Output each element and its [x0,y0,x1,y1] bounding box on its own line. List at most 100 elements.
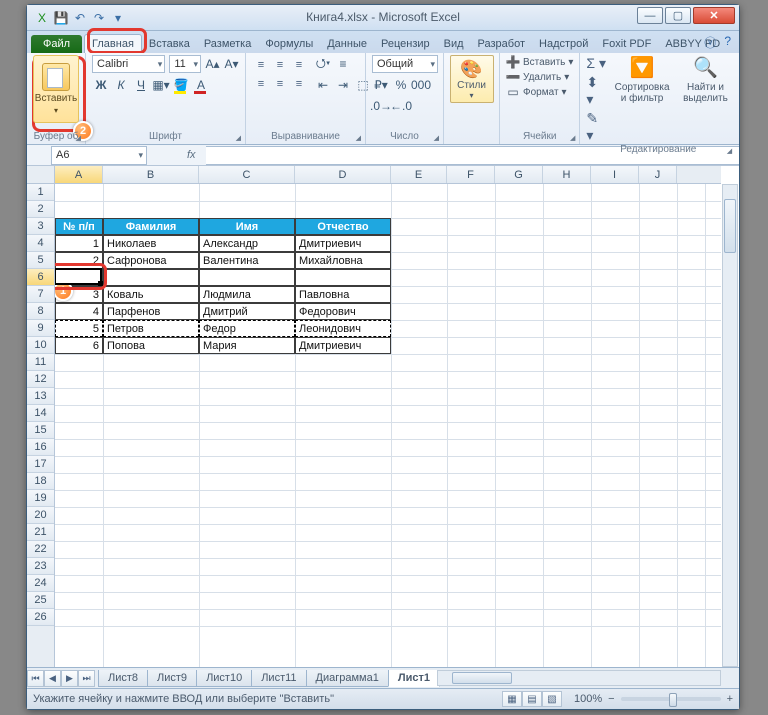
fx-icon[interactable]: fx [187,149,196,161]
fill-color-button[interactable]: 🪣 [172,76,190,94]
border-button[interactable]: ▦▾ [152,76,170,94]
row-header-15[interactable]: 15 [27,422,54,439]
cell[interactable]: Петров [103,320,199,337]
cell[interactable]: Михайловна [295,252,391,269]
row-header-5[interactable]: 5 [27,252,54,269]
shrink-font-icon[interactable]: A▾ [224,55,239,73]
comma-button[interactable]: 000 [412,76,430,94]
column-header-B[interactable]: B [103,166,199,183]
cell[interactable]: Попова [103,337,199,354]
align-bottom-center[interactable]: ≡ [271,75,289,93]
row-header-23[interactable]: 23 [27,558,54,575]
row-header-4[interactable]: 4 [27,235,54,252]
cells-format-button[interactable]: ▭Формат ▾ [506,85,573,99]
autosum-button[interactable]: Σ ▾ [586,55,607,72]
column-header-F[interactable]: F [447,166,495,183]
row-header-26[interactable]: 26 [27,609,54,626]
tab-nav-next[interactable]: ▶ [61,670,78,687]
wrap-text-button[interactable]: ≡ [334,55,352,73]
sheet-tab[interactable]: Лист11 [251,670,306,687]
help-icon[interactable]: ? [724,34,731,51]
align-bottom-left[interactable]: ≡ [252,75,270,93]
tab-addins[interactable]: Надстрой [532,35,595,53]
minimize-ribbon-icon[interactable]: ⓥ [704,34,716,51]
tab-foxit[interactable]: Foxit PDF [595,35,658,53]
tab-insert[interactable]: Вставка [142,35,197,53]
cell[interactable]: Имя [199,218,295,235]
underline-button[interactable]: Ч [132,76,150,94]
cells-delete-button[interactable]: ➖Удалить ▾ [506,70,573,84]
row-header-7[interactable]: 7 [27,286,54,303]
row-header-22[interactable]: 22 [27,541,54,558]
tab-nav-first[interactable]: ⏮ [27,670,44,687]
currency-button[interactable]: ₽▾ [372,76,390,94]
select-all-corner[interactable] [27,166,55,184]
find-select-button[interactable]: 🔍 Найти и выделить [677,55,734,104]
column-header-D[interactable]: D [295,166,391,183]
save-button[interactable]: 💾 [52,9,70,27]
row-header-24[interactable]: 24 [27,575,54,592]
row-header-2[interactable]: 2 [27,201,54,218]
sheet-tab[interactable]: Лист8 [98,670,148,687]
sort-filter-button[interactable]: 🔽 Сортировка и фильтр [613,55,670,104]
row-header-3[interactable]: 3 [27,218,54,235]
cell[interactable]: Отчество [295,218,391,235]
sheet-tab[interactable]: Лист1 [388,670,440,687]
cell[interactable]: Валентина [199,252,295,269]
fill-button[interactable]: ⬍ ▾ [586,74,607,108]
column-header-H[interactable]: H [543,166,591,183]
row-header-16[interactable]: 16 [27,439,54,456]
cell[interactable]: 6 [55,337,103,354]
cell[interactable]: № п/п [55,218,103,235]
orientation-button[interactable]: ⭯▾ [314,55,332,73]
font-size-combo[interactable]: 11 [169,55,201,73]
tab-review[interactable]: Рецензир [374,35,437,53]
horizontal-scrollbar[interactable] [437,670,721,686]
column-header-C[interactable]: C [199,166,295,183]
cell[interactable]: 5 [55,320,103,337]
column-header-A[interactable]: A [55,166,103,183]
zoom-slider[interactable] [621,697,721,701]
align-top-center[interactable]: ≡ [271,56,289,74]
row-header-9[interactable]: 9 [27,320,54,337]
cell[interactable]: Мария [199,337,295,354]
tab-nav-last[interactable]: ⏭ [78,670,95,687]
row-header-25[interactable]: 25 [27,592,54,609]
cell[interactable] [199,269,295,286]
column-header-G[interactable]: G [495,166,543,183]
row-header-12[interactable]: 12 [27,371,54,388]
tab-file[interactable]: Файл [31,35,82,53]
cell[interactable]: Федорович [295,303,391,320]
percent-button[interactable]: % [392,76,410,94]
row-header-21[interactable]: 21 [27,524,54,541]
qat-more-icon[interactable]: ▾ [109,9,127,27]
increase-indent-button[interactable]: ⇥ [334,76,352,94]
number-format-combo[interactable]: Общий [372,55,438,73]
zoom-out-button[interactable]: − [608,693,614,705]
cell[interactable]: Парфенов [103,303,199,320]
cell[interactable]: 1 [55,235,103,252]
cell[interactable]: Дмитрий [199,303,295,320]
close-button[interactable]: ✕ [693,7,735,24]
decrease-decimal-button[interactable]: ←.0 [392,97,410,115]
cells-insert-button[interactable]: ➕Вставить ▾ [506,55,573,69]
row-header-6[interactable]: 6 [27,269,54,286]
tab-formulas[interactable]: Формулы [258,35,320,53]
row-header-13[interactable]: 13 [27,388,54,405]
row-header-10[interactable]: 10 [27,337,54,354]
cell[interactable]: Коваль [103,286,199,303]
tab-nav-prev[interactable]: ◀ [44,670,61,687]
vscroll-thumb[interactable] [724,199,736,253]
decrease-indent-button[interactable]: ⇤ [314,76,332,94]
column-header-I[interactable]: I [591,166,639,183]
cell[interactable]: Николаев [103,235,199,252]
undo-button[interactable]: ↶ [71,9,89,27]
row-header-19[interactable]: 19 [27,490,54,507]
column-header-E[interactable]: E [391,166,447,183]
cell[interactable] [295,269,391,286]
vertical-scrollbar[interactable] [722,184,738,667]
redo-button[interactable]: ↷ [90,9,108,27]
sheet-tab[interactable]: Лист10 [196,670,252,687]
view-normal-button[interactable]: ▦ [502,691,522,707]
cell[interactable]: 4 [55,303,103,320]
